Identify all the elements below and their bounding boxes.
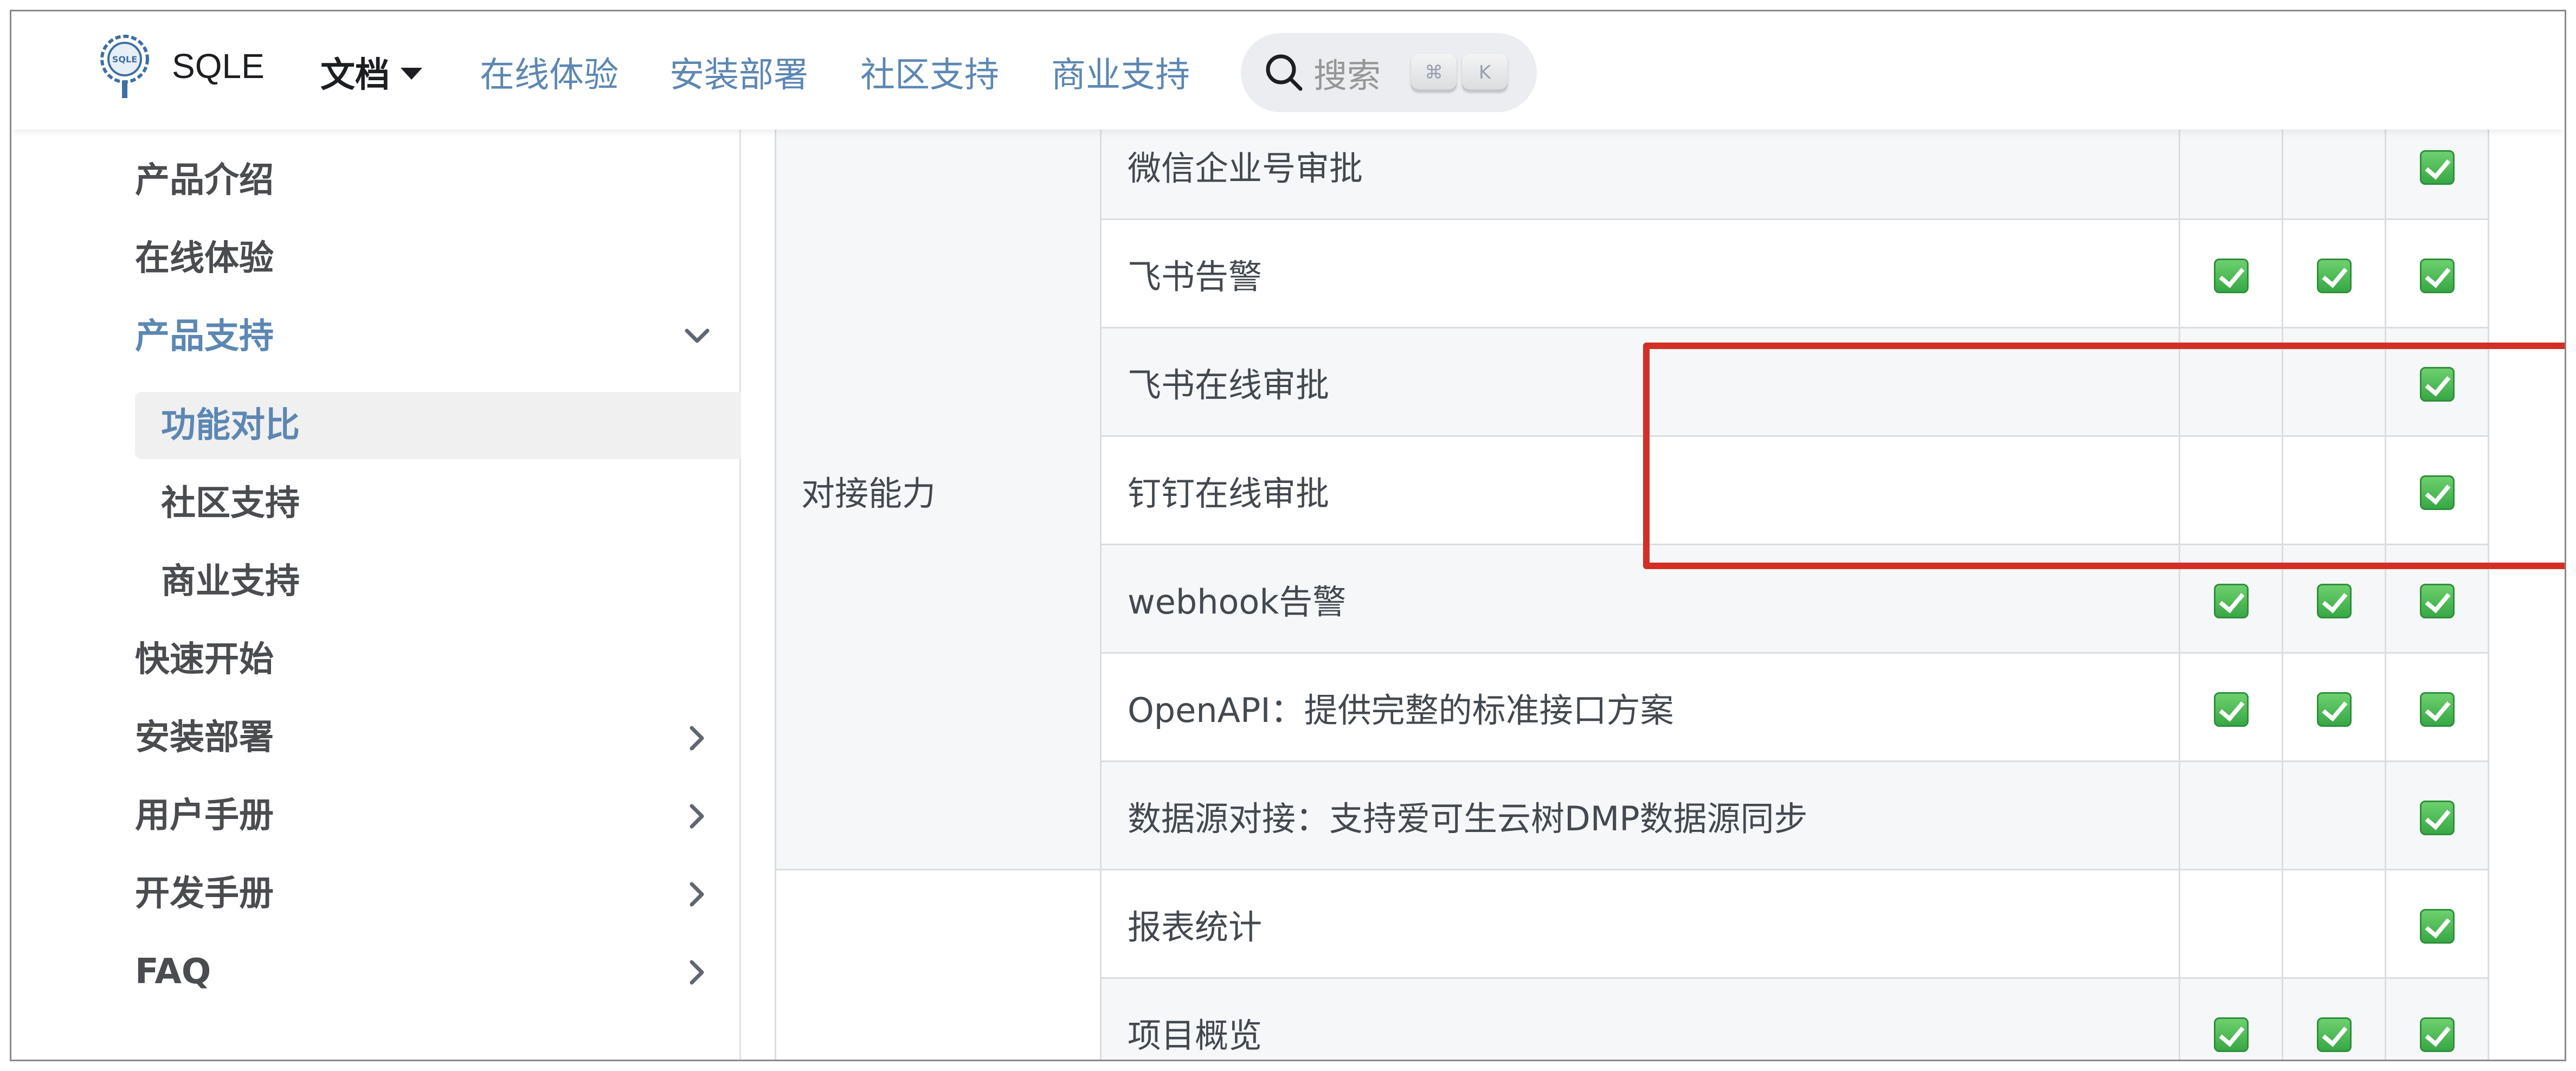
browser-page: SQLE SQLE 文档 在线体验 安装部署 社区支持 商业支持 搜索 ⌘ K …: [10, 10, 2566, 1061]
check-mark-icon: [2419, 800, 2455, 835]
edition-check-cell: [2385, 977, 2489, 1060]
sidebar-item-user-manual[interactable]: 用户手册: [135, 783, 274, 848]
brand-logo-link[interactable]: SQLE SQLE: [93, 31, 265, 101]
edition-check-cell: [2282, 977, 2386, 1060]
edition-check-cell: [2179, 869, 2283, 979]
chevron-right-icon[interactable]: [684, 959, 711, 986]
sidebar-item-product-support[interactable]: 产品支持: [135, 304, 274, 369]
edition-check-cell: [2282, 652, 2386, 762]
edition-check-cell: [2179, 544, 2283, 654]
check-mark-icon: [2316, 692, 2352, 727]
feature-comparison-table: 对接能力 微信企业号审批 飞书告警 飞书在线审批 钉钉在线审批 webhook告警 Open…: [775, 130, 2489, 1060]
check-mark-icon: [2419, 1017, 2455, 1052]
table-row: 报表统计: [775, 869, 2489, 1060]
caret-down-icon: [401, 68, 422, 80]
logo-seal-text: SQLE: [112, 54, 137, 64]
search-label: 搜索: [1313, 56, 1381, 95]
edition-check-cell: [2179, 218, 2283, 328]
check-mark-icon: [2213, 1017, 2249, 1052]
check-mark-icon: [2419, 150, 2455, 185]
edition-check-cell: [2385, 327, 2489, 437]
edition-check-cell: [2282, 218, 2386, 328]
edition-check-cell: [2179, 760, 2283, 870]
sidebar-item-community-support[interactable]: 社区支持: [161, 471, 300, 536]
feature-cell: 飞书在线审批: [1100, 327, 2180, 437]
check-mark-icon: [2419, 908, 2455, 944]
check-mark-icon: [2419, 583, 2455, 618]
edition-check-cell: [2282, 869, 2386, 979]
edition-check-cell: [2282, 544, 2386, 654]
edition-check-cell: [2385, 869, 2489, 979]
edition-check-cell: [2385, 544, 2489, 654]
docs-dropdown[interactable]: 文档: [320, 47, 422, 97]
edition-check-cell: [2179, 327, 2283, 437]
chevron-right-icon[interactable]: [684, 803, 711, 830]
edition-check-cell: [2385, 652, 2489, 762]
docs-sidebar: 产品介绍 在线体验 产品支持 功能对比 社区支持 商业支持 快速开始 安装部署 …: [11, 130, 741, 1060]
sidebar-item-install-deploy[interactable]: 安装部署: [135, 705, 274, 770]
edition-check-cell: [2282, 327, 2386, 437]
check-mark-icon: [2419, 475, 2455, 510]
chevron-right-icon[interactable]: [684, 725, 711, 752]
feature-cell: 飞书告警: [1100, 218, 2180, 328]
feature-cell: 微信企业号审批: [1100, 130, 2180, 220]
check-mark-icon: [2316, 258, 2352, 293]
kbd-command-key: ⌘: [1411, 54, 1457, 92]
edition-check-cell: [2385, 435, 2489, 545]
feature-cell: 报表统计: [1100, 869, 2180, 979]
sidebar-item-business-support[interactable]: 商业支持: [161, 549, 300, 614]
search-icon: [1266, 54, 1303, 91]
check-mark-icon: [2316, 1017, 2352, 1052]
nav-link-online-trial[interactable]: 在线体验: [480, 47, 619, 97]
check-mark-icon: [2419, 692, 2455, 727]
edition-check-cell: [2179, 977, 2283, 1060]
check-mark-icon: [2213, 258, 2249, 293]
top-navbar: SQLE SQLE 文档 在线体验 安装部署 社区支持 商业支持 搜索 ⌘ K: [11, 11, 2565, 130]
chevron-right-icon[interactable]: [684, 881, 711, 908]
edition-check-cell: [2282, 435, 2386, 545]
nav-link-community[interactable]: 社区支持: [860, 47, 999, 97]
sidebar-item-feature-compare[interactable]: 功能对比: [161, 393, 300, 458]
check-mark-icon: [2213, 692, 2249, 727]
brand-name: SQLE: [172, 47, 265, 86]
group-cell: [775, 869, 1102, 1060]
check-mark-icon: [2316, 583, 2352, 618]
kbd-k-key: K: [1462, 54, 1508, 92]
edition-check-cell: [2282, 760, 2386, 870]
main-content: 对接能力 微信企业号审批 飞书告警 飞书在线审批 钉钉在线审批 webhook告警 Open…: [741, 130, 2565, 1060]
chevron-down-icon[interactable]: [684, 322, 711, 350]
edition-check-cell: [2385, 218, 2489, 328]
feature-cell: 数据源对接：支持爱可生云树DMP数据源同步: [1100, 760, 2180, 870]
nav-link-business[interactable]: 商业支持: [1051, 47, 1190, 97]
sidebar-item-dev-manual[interactable]: 开发手册: [135, 861, 274, 926]
sidebar-item-product-intro[interactable]: 产品介绍: [135, 148, 274, 213]
search-button[interactable]: 搜索 ⌘ K: [1241, 33, 1537, 112]
edition-check-cell: [2179, 652, 2283, 762]
edition-check-cell: [2385, 760, 2489, 870]
sidebar-item-online-trial[interactable]: 在线体验: [135, 226, 274, 291]
check-mark-icon: [2419, 258, 2455, 293]
check-mark-icon: [2213, 583, 2249, 618]
sqle-logo-icon: SQLE: [100, 35, 149, 98]
docs-dropdown-label: 文档: [320, 55, 390, 95]
edition-check-cell: [2385, 130, 2489, 220]
group-cell: 对接能力: [775, 130, 1102, 870]
nav-link-install[interactable]: 安装部署: [669, 47, 808, 97]
feature-cell: 项目概览: [1100, 977, 2180, 1060]
check-mark-icon: [2419, 366, 2455, 402]
feature-cell: 钉钉在线审批: [1100, 435, 2180, 545]
feature-cell: webhook告警: [1100, 544, 2180, 654]
edition-check-cell: [2282, 130, 2386, 220]
edition-check-cell: [2179, 435, 2283, 545]
table-row: 对接能力 微信企业号审批: [775, 130, 2489, 870]
edition-check-cell: [2179, 130, 2283, 220]
feature-cell: OpenAPI：提供完整的标准接口方案: [1100, 652, 2180, 762]
sidebar-item-quick-start[interactable]: 快速开始: [135, 627, 274, 692]
sidebar-item-faq[interactable]: FAQ: [135, 939, 211, 1004]
